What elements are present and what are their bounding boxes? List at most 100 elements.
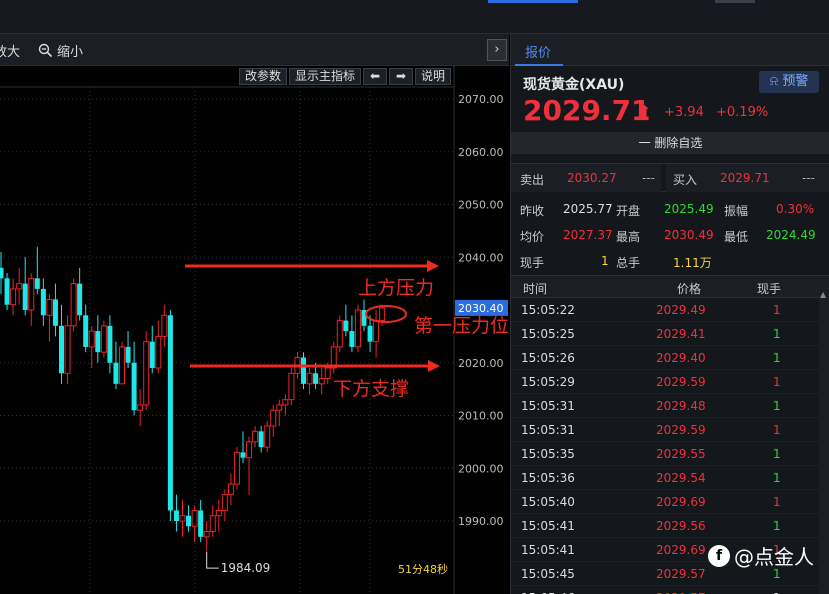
candle-body — [83, 315, 89, 347]
prev-arrow-button[interactable]: ⬅ — [362, 68, 387, 85]
tick-time: 15:05:25 — [521, 327, 575, 341]
tick-row: 15:05:29 2029.59 1 — [511, 370, 829, 394]
candle-body — [52, 299, 58, 326]
candle-body — [125, 346, 131, 363]
candle-body — [336, 320, 343, 348]
tab-indicator[interactable] — [715, 0, 755, 3]
top-tab-strip — [0, 0, 829, 34]
tick-volume: 1 — [773, 303, 781, 317]
low-price-label: 1984.09 — [221, 561, 271, 575]
prev-close-value: 2025.77 — [563, 202, 613, 216]
tick-volume: 1 — [773, 447, 781, 461]
ticks-header: 时间 价格 现手 — [511, 276, 829, 298]
tick-row: 15:05:25 2029.41 1 — [511, 322, 829, 346]
candle-body — [240, 452, 246, 458]
tab-quote[interactable]: 报价 — [511, 34, 829, 66]
tick-price: 2029.48 — [656, 399, 706, 413]
active-tab-indicator[interactable] — [488, 0, 578, 3]
countdown-label: 51分48秒 — [398, 562, 448, 576]
candle-body — [343, 320, 349, 332]
candle-body — [95, 331, 101, 353]
candle-body — [288, 372, 295, 401]
candle-body — [28, 277, 35, 311]
watermark-text: @点金人 — [734, 545, 814, 569]
upper-pressure-label: 上方压力 — [358, 277, 434, 299]
tick-price: 2029.41 — [656, 327, 706, 341]
candle-body — [46, 298, 53, 316]
support-arrow-head — [428, 360, 440, 372]
candle-body — [264, 425, 271, 448]
scroll-up-icon[interactable]: ▲ — [820, 290, 826, 299]
low-marker-line — [206, 552, 219, 569]
candle-body — [149, 341, 155, 369]
candle-body — [221, 494, 228, 511]
tick-price: 2029.49 — [656, 303, 706, 317]
ticks-scrollbar[interactable]: ▲ — [819, 288, 829, 594]
candle-body — [318, 378, 325, 385]
candle-body — [367, 325, 373, 342]
tick-time: 15:05:22 — [521, 303, 575, 317]
sell-volume: --- — [642, 171, 655, 185]
expand-button[interactable]: › — [487, 39, 507, 61]
candle-body — [191, 509, 198, 527]
alert-label: 预警 — [782, 74, 809, 89]
lower-support-label: 下方支撑 — [333, 378, 409, 400]
high-label: 最高 — [616, 230, 641, 244]
candle-body — [131, 362, 137, 411]
price-change: +3.94 — [664, 105, 704, 120]
avg-label: 均价 — [520, 230, 545, 244]
candle-body — [167, 315, 173, 511]
candle-body — [119, 346, 125, 385]
candle-body — [246, 441, 253, 459]
zoom-out-button[interactable]: 缩小 — [38, 41, 83, 60]
tab-quote-label: 报价 — [525, 46, 552, 61]
candle-body — [40, 288, 46, 316]
candle-body — [270, 409, 277, 427]
open-value: 2025.49 — [664, 202, 714, 216]
candle-body — [282, 399, 289, 406]
first-pressure-label: 第一压力位 — [414, 315, 509, 337]
last-price: 2029.71 — [523, 94, 651, 127]
tick-volume: 1 — [773, 495, 781, 509]
ticks-time-header: 时间 — [523, 282, 548, 296]
cur-hand-value: 1 — [601, 254, 609, 268]
symbol-name: 现货黄金(XAU) — [523, 77, 625, 93]
tick-volume: 1 — [773, 423, 781, 437]
next-arrow-button[interactable]: ➡ — [388, 68, 413, 85]
tick-time: 15:05:31 — [521, 399, 575, 413]
chart-canvas[interactable]: 2070.00 2060.00 2050.00 2040.00 2020.00 2010.… — [0, 66, 509, 594]
tick-time: 15:05:31 — [521, 423, 575, 437]
candle-body — [276, 404, 283, 411]
tick-row: 15:05:31 2029.48 1 — [511, 394, 829, 418]
help-button[interactable]: 说明 — [414, 68, 451, 85]
show-main-indicator-button[interactable]: 显示主指标 — [288, 68, 361, 85]
low-value: 2024.49 — [766, 228, 816, 242]
y-tick-label: 2020.00 — [458, 357, 504, 370]
tick-time: 15:05:41 — [521, 543, 575, 557]
remove-watchlist-button[interactable]: 一 删除自选 — [511, 132, 829, 154]
low-label: 最低 — [724, 230, 749, 244]
candle-body — [301, 357, 306, 384]
tick-price: 2029.57 — [656, 567, 706, 581]
params-button[interactable]: 改参数 — [238, 68, 287, 85]
candle-body — [373, 320, 380, 343]
candle-body — [324, 367, 331, 380]
candle-body — [227, 483, 234, 496]
tick-price: 2029.56 — [656, 519, 706, 533]
candle-body — [22, 283, 28, 310]
candle-body — [64, 325, 71, 374]
price-change-pct: +0.19% — [716, 105, 769, 120]
current-price-label: 2030.40 — [458, 302, 504, 315]
zoom-in-button[interactable]: 放大 — [0, 41, 20, 60]
y-tick-label: 2060.00 — [458, 146, 504, 159]
kline-chart[interactable]: 2070.00 2060.00 2050.00 2040.00 2020.00 2010.… — [0, 66, 509, 594]
amplitude-value: 0.30% — [776, 202, 815, 216]
tick-time: 15:05:45 — [521, 567, 575, 581]
candle-body — [77, 283, 83, 316]
candle-body — [173, 510, 179, 521]
candle-body — [354, 309, 361, 348]
y-tick-label: 2050.00 — [458, 199, 504, 212]
candle-body — [198, 510, 204, 537]
quote-panel: 报价 现货黄金(XAU) ⍾ 预警 2029.71 ⬆ +3.94 +0.19%… — [510, 34, 829, 594]
alert-button[interactable]: ⍾ 预警 — [759, 71, 819, 93]
